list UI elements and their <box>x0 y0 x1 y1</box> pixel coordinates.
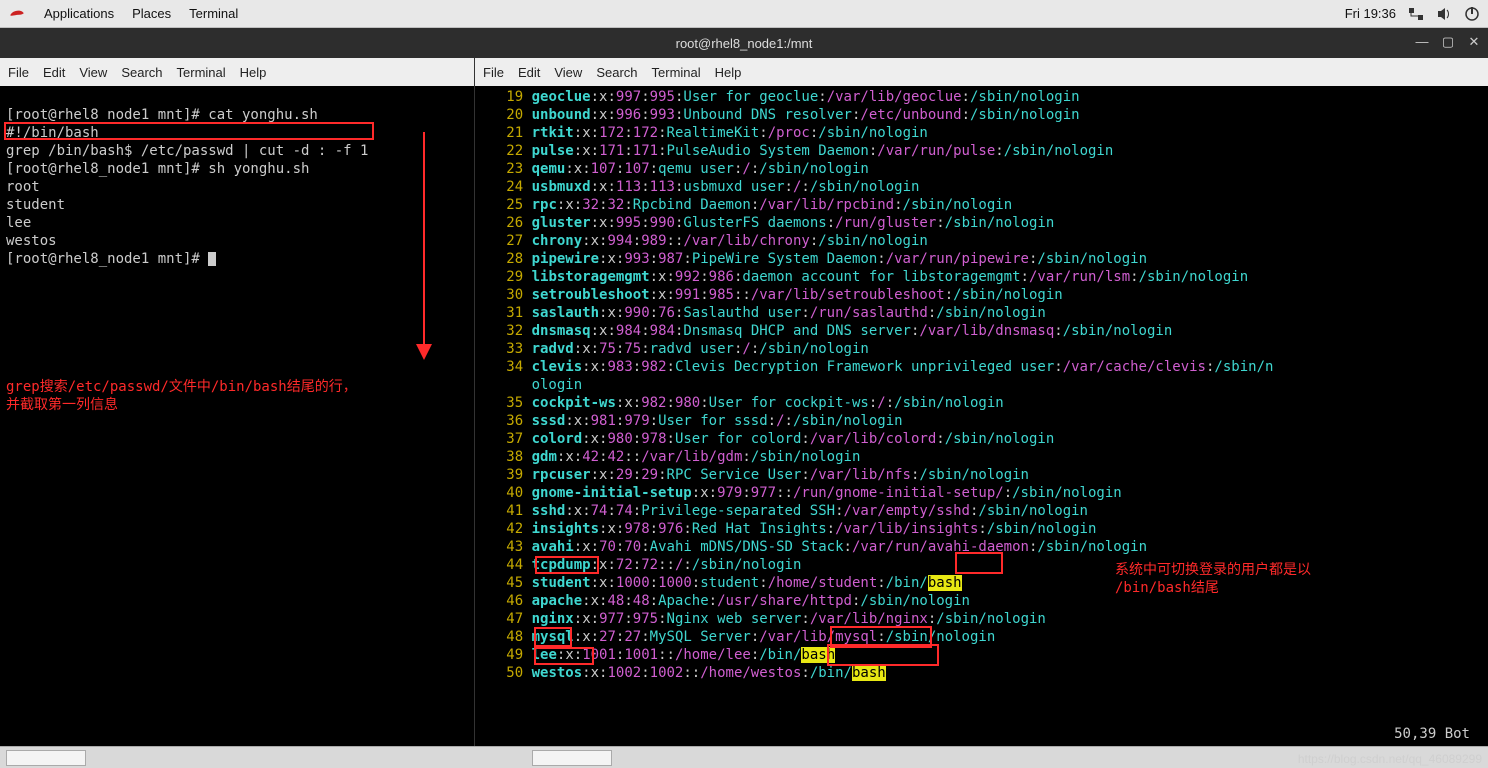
taskbar <box>0 746 1488 768</box>
minimize-button[interactable]: — <box>1414 34 1430 50</box>
menu-terminal-item[interactable]: Terminal <box>177 65 226 80</box>
terminal-line: [root@rhel8_node1 mnt]# cat yonghu.sh <box>6 107 318 123</box>
menu-view[interactable]: View <box>554 65 582 80</box>
menu-file[interactable]: File <box>483 65 504 80</box>
menu-edit[interactable]: Edit <box>518 65 540 80</box>
menu-help[interactable]: Help <box>715 65 742 80</box>
menu-applications[interactable]: Applications <box>44 6 114 21</box>
volume-icon[interactable] <box>1436 6 1452 22</box>
terminal-line: grep /bin/bash$ /etc/passwd | cut -d : -… <box>6 143 368 159</box>
workspace: root@rhel8_node1:/mnt — ▢ ✕ File Edit Vi… <box>0 28 1488 746</box>
close-button[interactable]: ✕ <box>1466 34 1482 50</box>
left-terminal[interactable]: [root@rhel8_node1 mnt]# cat yonghu.sh #!… <box>0 86 474 288</box>
menu-search[interactable]: Search <box>121 65 162 80</box>
network-icon[interactable] <box>1408 6 1424 22</box>
maximize-button[interactable]: ▢ <box>1440 34 1456 50</box>
window-titlebar[interactable]: root@rhel8_node1:/mnt — ▢ ✕ <box>0 28 1488 58</box>
terminal-line: student <box>6 197 65 213</box>
right-pane: File Edit View Search Terminal Help 19 g… <box>475 58 1488 746</box>
menu-view[interactable]: View <box>79 65 107 80</box>
top-bar: Applications Places Terminal Fri 19:36 <box>0 0 1488 28</box>
vim-status: 50,39 Bot <box>1394 726 1470 742</box>
task-button[interactable] <box>6 750 86 766</box>
terminal-line: lee <box>6 215 31 231</box>
annotation-right: 系统中可切换登录的用户都是以 /bin/bash结尾 <box>1115 561 1311 597</box>
topbar-left: Applications Places Terminal <box>8 5 238 23</box>
watermark: https://blog.csdn.net/qq_46089299 <box>1298 752 1482 766</box>
terminal-line: #!/bin/bash <box>6 125 99 141</box>
task-button[interactable] <box>532 750 612 766</box>
annotation-left: grep搜索/etc/passwd/文件中/bin/bash结尾的行， 并截取第… <box>6 378 357 414</box>
left-menubar: File Edit View Search Terminal Help <box>0 58 474 86</box>
terminal-line: westos <box>6 233 57 249</box>
menu-terminal[interactable]: Terminal <box>189 6 238 21</box>
menu-terminal-item[interactable]: Terminal <box>652 65 701 80</box>
menu-help[interactable]: Help <box>240 65 267 80</box>
terminal-line: root <box>6 179 40 195</box>
left-pane: File Edit View Search Terminal Help [roo… <box>0 58 475 746</box>
redhat-icon <box>8 5 26 23</box>
terminal-line: [root@rhel8_node1 mnt]# sh yonghu.sh <box>6 161 309 177</box>
right-menubar: File Edit View Search Terminal Help <box>475 58 1488 86</box>
menu-file[interactable]: File <box>8 65 29 80</box>
menu-edit[interactable]: Edit <box>43 65 65 80</box>
panes: File Edit View Search Terminal Help [roo… <box>0 58 1488 746</box>
topbar-right: Fri 19:36 <box>1345 6 1480 22</box>
cursor <box>208 252 216 266</box>
window-buttons: — ▢ ✕ <box>1414 34 1482 50</box>
menu-search[interactable]: Search <box>596 65 637 80</box>
clock[interactable]: Fri 19:36 <box>1345 6 1396 21</box>
menu-places[interactable]: Places <box>132 6 171 21</box>
terminal-line: [root@rhel8_node1 mnt]# <box>6 251 216 267</box>
power-icon[interactable] <box>1464 6 1480 22</box>
window-title: root@rhel8_node1:/mnt <box>676 36 813 51</box>
right-terminal[interactable]: 19 geoclue:x:997:995:User for geoclue:/v… <box>475 86 1488 684</box>
